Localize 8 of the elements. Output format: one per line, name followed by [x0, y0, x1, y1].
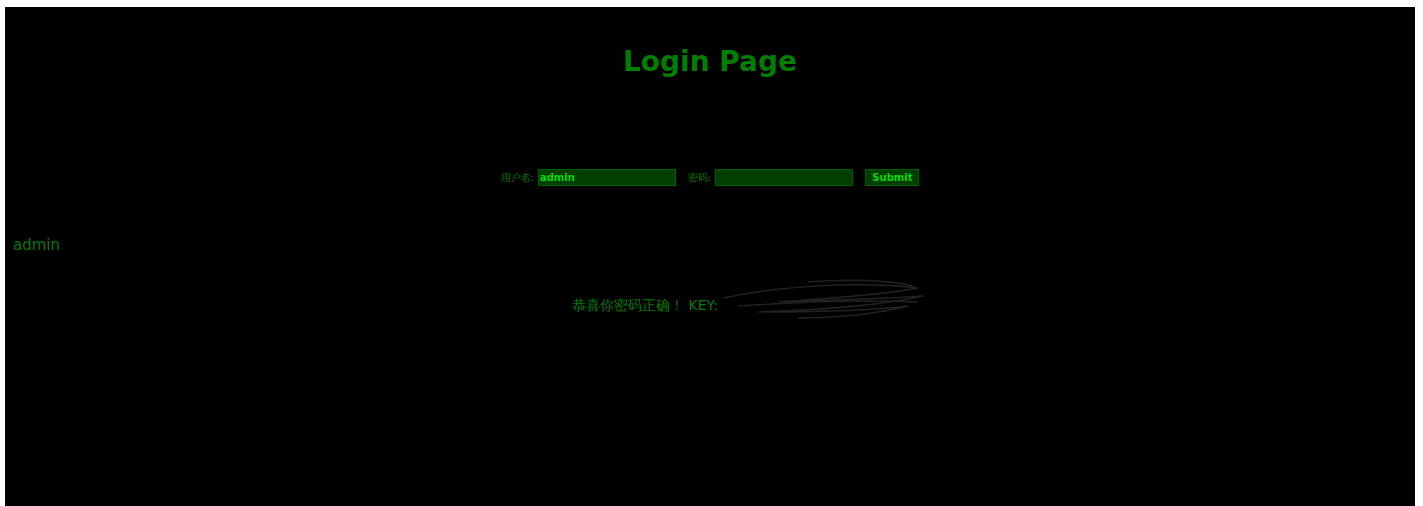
success-message: 恭喜你密码正确！ KEY: — [572, 295, 718, 315]
password-label: 密码: — [687, 170, 712, 185]
username-field[interactable]: admin — [537, 168, 676, 186]
submit-button[interactable]: Submit — [865, 168, 920, 186]
username-label: 用户名: — [500, 170, 534, 185]
password-field[interactable] — [715, 168, 854, 186]
echoed-username: admin — [12, 234, 61, 256]
page-title: Login Page — [621, 44, 799, 79]
